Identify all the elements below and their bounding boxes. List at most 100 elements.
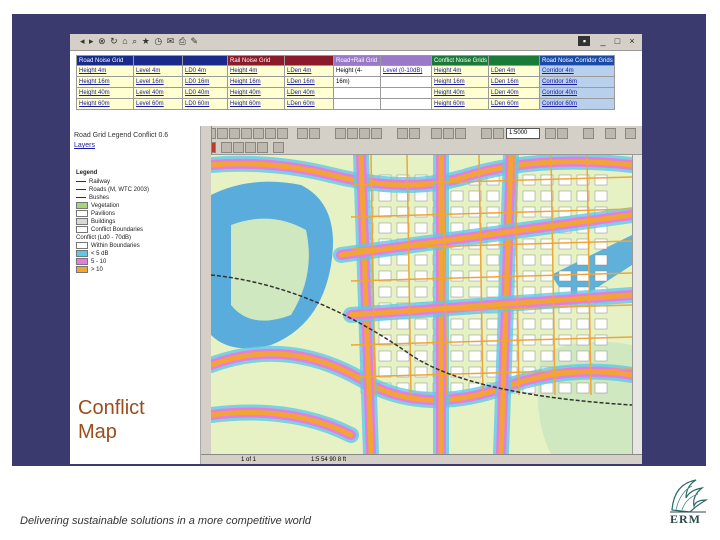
print-map-icon[interactable]: [397, 128, 408, 139]
table-cell[interactable]: LDen 4m: [284, 65, 334, 77]
legend-item: Railway: [76, 178, 149, 186]
table-cell[interactable]: Height 40m: [76, 87, 134, 99]
home-icon[interactable]: ⌂: [122, 36, 128, 46]
pan-icon[interactable]: [241, 128, 252, 139]
marquee-tool-icon[interactable]: [455, 128, 466, 139]
table-cell[interactable]: LD0 4m: [182, 65, 228, 77]
prev-page-icon[interactable]: [347, 128, 358, 139]
zoom-tool-icon[interactable]: [481, 128, 492, 139]
grid-icon[interactable]: [273, 142, 284, 153]
table-cell[interactable]: LDen 16m: [284, 76, 334, 88]
refresh-icon[interactable]: ↻: [110, 36, 119, 46]
building-block: [558, 190, 572, 202]
zoom-out-icon[interactable]: [229, 128, 240, 139]
layer-icon[interactable]: [309, 128, 320, 139]
table-cell[interactable]: Height 4m: [431, 65, 489, 77]
table-cell[interactable]: Height 4m: [227, 65, 285, 77]
comment-icon[interactable]: [245, 142, 256, 153]
legend-label: Pavilions: [91, 211, 116, 218]
table-cell[interactable]: Level 16m: [133, 76, 183, 88]
view-icon[interactable]: [233, 142, 244, 153]
table-cell[interactable]: LD0 40m: [182, 87, 228, 99]
full-extent-icon[interactable]: [277, 128, 288, 139]
table-cell[interactable]: Level (0-10dB): [380, 65, 432, 77]
table-cell[interactable]: 16m): [333, 76, 381, 88]
edit-icon[interactable]: ✎: [190, 36, 199, 46]
page-icon[interactable]: [221, 142, 232, 153]
table-cell[interactable]: Level 40m: [133, 87, 183, 99]
maximize-icon[interactable]: □: [611, 36, 623, 46]
print-icon[interactable]: ⎙: [179, 36, 187, 46]
next-page-icon[interactable]: [359, 128, 370, 139]
legend-item: Roads (M, WTC 2003): [76, 186, 149, 194]
first-page-icon[interactable]: [335, 128, 346, 139]
table-cell[interactable]: LD0 16m: [182, 76, 228, 88]
map-canvas[interactable]: [211, 155, 632, 454]
map-scrollbar[interactable]: [632, 155, 642, 454]
table-cell[interactable]: Corridor 40m: [539, 87, 615, 99]
table-row: Height 4m Level 4m LD0 4m Height 4m LDen 4m H…: [76, 65, 615, 77]
back-icon[interactable]: ◂: [80, 36, 86, 46]
sign-icon[interactable]: [257, 142, 268, 153]
last-page-icon[interactable]: [371, 128, 382, 139]
table-cell[interactable]: LDen 40m: [284, 87, 334, 99]
legend-label: Vegetation: [91, 203, 120, 210]
table-cell[interactable]: LDen 4m: [488, 65, 540, 77]
zoom-field[interactable]: 1:5000: [506, 128, 540, 139]
fit-page-icon[interactable]: [545, 128, 556, 139]
building-block: [522, 254, 536, 266]
table-cell[interactable]: Height 60m: [431, 98, 489, 110]
settings-icon[interactable]: [625, 128, 636, 139]
map-toolbar: 1:5000: [201, 126, 642, 141]
app-icon: ▪: [578, 36, 591, 46]
table-header-cell: [182, 55, 228, 66]
minimize-icon[interactable]: _: [597, 36, 609, 46]
table-row: Height 16m Level 16m LD0 16m Height 16m LDen…: [76, 76, 615, 88]
table-cell[interactable]: Corridor 16m: [539, 76, 615, 88]
mail-icon[interactable]: ✉: [167, 36, 176, 46]
table-cell[interactable]: Height 16m: [76, 76, 134, 88]
favorites-icon[interactable]: ★: [142, 36, 151, 46]
save-map-icon[interactable]: [409, 128, 420, 139]
stop-icon[interactable]: ⊗: [98, 36, 107, 46]
layers-link[interactable]: Layers: [74, 142, 95, 149]
history-icon[interactable]: ◷: [154, 36, 163, 46]
help-icon[interactable]: [605, 128, 616, 139]
measure-icon[interactable]: [265, 128, 276, 139]
legend-item: Conflict (Ld0 - 70dB): [76, 234, 149, 242]
table-cell[interactable]: LD0 60m: [182, 98, 228, 110]
table-cell[interactable]: Height 40m: [227, 87, 285, 99]
close-icon[interactable]: ×: [626, 36, 638, 46]
table-cell[interactable]: Height 60m: [227, 98, 285, 110]
rotate-icon[interactable]: [583, 128, 594, 139]
building-block: [468, 270, 482, 282]
identify-icon[interactable]: [253, 128, 264, 139]
table-cell[interactable]: Level 4m: [133, 65, 183, 77]
table-cell[interactable]: Level 60m: [133, 98, 183, 110]
table-cell[interactable]: LDen 16m: [488, 76, 540, 88]
table-cell[interactable]: LDen 60m: [284, 98, 334, 110]
text-tool-icon[interactable]: [443, 128, 454, 139]
conflict-map[interactable]: [211, 155, 632, 454]
search-icon[interactable]: ⌕: [132, 36, 138, 46]
fit-width-icon[interactable]: [557, 128, 568, 139]
legend-color-swatch: [76, 202, 88, 209]
zoom-minus-icon[interactable]: [493, 128, 504, 139]
table-cell[interactable]: Height (4-: [333, 65, 381, 77]
legend-label: Buildings: [91, 219, 116, 226]
table-cell[interactable]: LDen 40m: [488, 87, 540, 99]
table-cell[interactable]: Height 16m: [431, 76, 489, 88]
table-cell[interactable]: Height 16m: [227, 76, 285, 88]
forward-icon[interactable]: ▸: [89, 36, 95, 46]
hand-tool-icon[interactable]: [431, 128, 442, 139]
table-cell[interactable]: Height 4m: [76, 65, 134, 77]
table-cell[interactable]: Height 40m: [431, 87, 489, 99]
find-icon[interactable]: [297, 128, 308, 139]
table-cell[interactable]: LDen 60m: [488, 98, 540, 110]
table-cell[interactable]: Corridor 4m: [539, 65, 615, 77]
table-cell[interactable]: Height 60m: [76, 98, 134, 110]
table-cell[interactable]: Corridor 60m: [539, 98, 615, 110]
building-block: [450, 318, 464, 330]
table-cell: [333, 98, 381, 110]
zoom-in-icon[interactable]: [217, 128, 228, 139]
